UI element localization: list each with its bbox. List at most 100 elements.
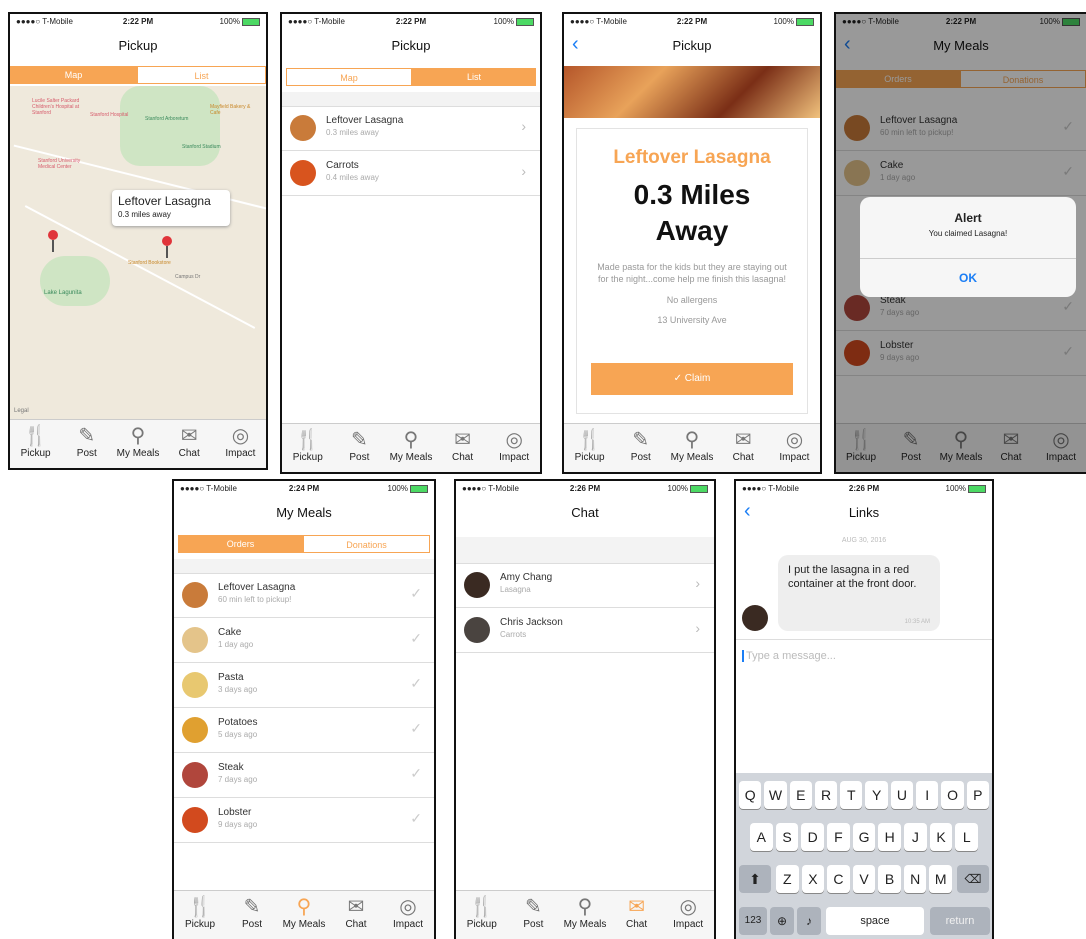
tab-pickup[interactable]: 🍴 Pickup [174,891,226,939]
tab-chat[interactable]: ✉ Chat [330,891,382,939]
microphone-icon[interactable]: ♪ [797,907,821,935]
battery: 100% [668,484,708,493]
key-i[interactable]: I [916,781,939,809]
tab-impact[interactable]: ◎ Impact [215,420,266,468]
globe-icon[interactable]: ⊕ [770,907,794,935]
message-composer[interactable]: Type a message... [736,639,992,774]
tab-impact[interactable]: ◎ Impact [488,424,540,472]
list-item[interactable]: Potatoes 5 days ago ✓ [174,708,434,753]
tab-impact[interactable]: ◎ Impact [662,891,714,939]
tab-my-meals[interactable]: ⚲ My Meals [112,420,163,468]
callout-title: Leftover Lasagna [118,194,211,208]
list-item[interactable]: Carrots 0.4 miles away › [282,151,540,196]
key-n[interactable]: N [903,865,927,893]
chevron-right-icon: › [695,575,700,591]
key-j[interactable]: J [904,823,927,851]
key-l[interactable]: L [955,823,979,851]
key-o[interactable]: O [941,781,964,809]
tab-map[interactable]: Map [10,66,137,84]
tab-my-meals[interactable]: ⚲ My Meals [278,891,330,939]
claim-button[interactable]: ✓ Claim [591,363,793,395]
tab-my-meals[interactable]: ⚲ My Meals [559,891,611,939]
message-input[interactable]: Type a message... [742,650,836,662]
key-y[interactable]: Y [865,781,888,809]
checkmark-icon[interactable]: ✓ [410,630,422,647]
tab-donations[interactable]: Donations [303,535,430,553]
tab-my-meals[interactable]: ⚲ My Meals [385,424,437,472]
map-pin-icon[interactable] [48,230,58,240]
tab-pickup[interactable]: 🍴 Pickup [564,424,615,472]
key-g[interactable]: G [852,823,876,851]
tab-map[interactable]: Map [286,68,412,86]
list-item[interactable]: Pasta 3 days ago ✓ [174,663,434,708]
tab-list[interactable]: List [137,66,266,84]
list-item[interactable]: Leftover Lasagna 0.3 miles away › [282,106,540,151]
chat-thread[interactable]: Chris Jackson Carrots › [456,608,714,653]
shift-key[interactable]: ⬆ [739,865,771,893]
key-u[interactable]: U [890,781,914,809]
tab-post[interactable]: ✎ Post [334,424,386,472]
tab-list[interactable]: List [412,68,536,86]
key-s[interactable]: S [775,823,799,851]
tab-chat[interactable]: ✉ Chat [718,424,769,472]
key-x[interactable]: X [801,865,825,893]
item-sub: 1 day ago [218,640,254,649]
key-b[interactable]: B [878,865,901,893]
key-k[interactable]: K [929,823,953,851]
key-t[interactable]: T [840,781,863,809]
target-icon: ◎ [231,425,250,447]
backspace-key[interactable]: ⌫ [957,865,989,893]
item-name: Steak [218,762,244,773]
alert-ok-button[interactable]: OK [860,258,1076,297]
key-m[interactable]: M [929,865,953,893]
tab-impact[interactable]: ◎ Impact [769,424,820,472]
list-spacer [174,559,434,574]
chat-thread[interactable]: Amy Chang Lasagna › [456,563,714,608]
tab-orders[interactable]: Orders [178,535,303,553]
tab-pickup[interactable]: 🍴 Pickup [282,424,334,472]
key-r[interactable]: R [814,781,838,809]
key-f[interactable]: F [827,823,850,851]
map-view[interactable]: Lucile Salter Packard Children's Hospita… [10,86,266,420]
list-item[interactable]: Leftover Lasagna 60 min left to pickup! … [174,573,434,618]
map-callout[interactable]: Leftover Lasagna 0.3 miles away [112,190,230,226]
key-e[interactable]: E [789,781,812,809]
tab-post[interactable]: ✎ Post [508,891,560,939]
checkmark-icon[interactable]: ✓ [410,585,422,602]
tab-chat[interactable]: ✉ Chat [437,424,489,472]
map-pin-icon[interactable] [162,236,172,246]
envelope-icon: ✉ [454,429,471,451]
key-v[interactable]: V [852,865,876,893]
item-name: Potatoes [218,717,258,728]
key-a[interactable]: A [750,823,773,851]
key-h[interactable]: H [878,823,902,851]
list-item[interactable]: Cake 1 day ago ✓ [174,618,434,663]
tab-post[interactable]: ✎ Post [226,891,278,939]
tab-pickup[interactable]: 🍴 Pickup [10,420,61,468]
space-key[interactable]: space [826,907,924,935]
screen-pickup-list: ●●●●○ T-Mobile 2:22 PM 100% Pickup Map L… [280,12,542,474]
tab-impact[interactable]: ◎ Impact [382,891,434,939]
key-z[interactable]: Z [776,865,799,893]
key-p[interactable]: P [966,781,989,809]
item-sub: 3 days ago [218,685,258,694]
numbers-key[interactable]: 123 [739,907,767,935]
checkmark-icon[interactable]: ✓ [410,810,422,827]
tab-post[interactable]: ✎ Post [615,424,666,472]
return-key[interactable]: return [930,907,990,935]
key-c[interactable]: C [827,865,850,893]
checkmark-icon[interactable]: ✓ [410,675,422,692]
list-item[interactable]: Steak 7 days ago ✓ [174,753,434,798]
key-w[interactable]: W [764,781,787,809]
list-item[interactable]: Lobster 9 days ago ✓ [174,798,434,843]
key-d[interactable]: D [801,823,825,851]
tab-my-meals[interactable]: ⚲ My Meals [666,424,717,472]
tab-chat[interactable]: ✉ Chat [611,891,663,939]
tab-post[interactable]: ✎ Post [61,420,112,468]
tab-chat[interactable]: ✉ Chat [164,420,215,468]
key-q[interactable]: Q [739,781,762,809]
checkmark-icon[interactable]: ✓ [410,765,422,782]
checkmark-icon[interactable]: ✓ [410,720,422,737]
tab-pickup[interactable]: 🍴 Pickup [456,891,508,939]
target-icon: ◎ [785,429,804,451]
